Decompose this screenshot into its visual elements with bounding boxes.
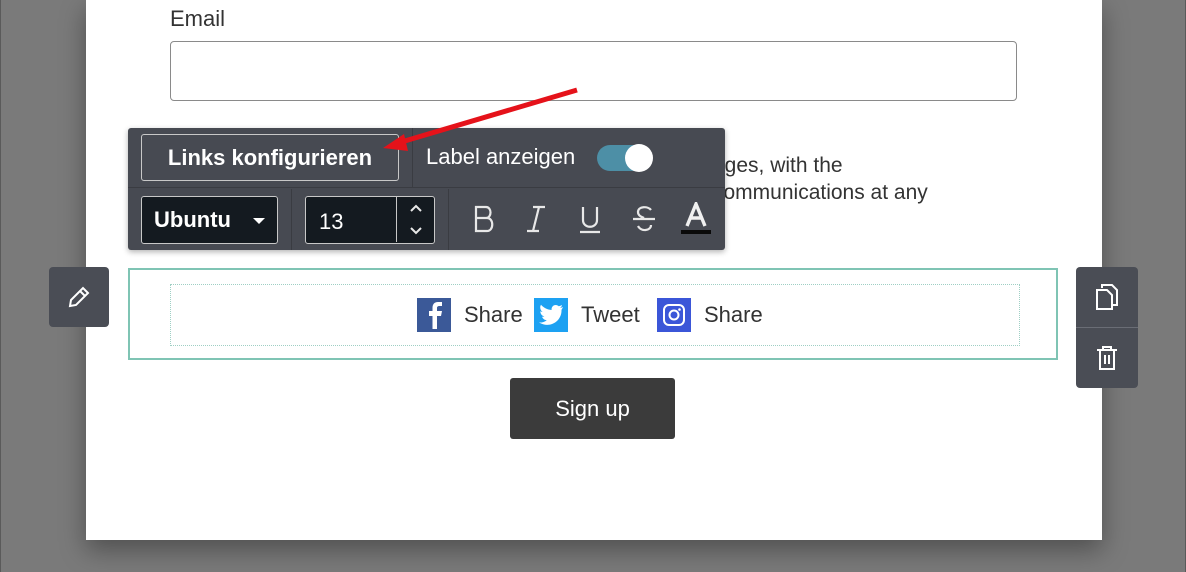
- toolbar-divider: [291, 189, 292, 250]
- font-size-stepper-arrows: [396, 197, 434, 242]
- bold-icon: [474, 205, 494, 233]
- toolbar-divider: [448, 189, 449, 250]
- decrement-button[interactable]: [397, 219, 434, 241]
- font-size-stepper[interactable]: 13: [305, 196, 435, 244]
- increment-button[interactable]: [397, 197, 434, 219]
- font-size-value: 13: [319, 209, 344, 234]
- underline-button[interactable]: [570, 199, 610, 239]
- text-color-button[interactable]: [676, 199, 716, 239]
- duplicate-block-button[interactable]: [1076, 267, 1138, 327]
- configure-links-button[interactable]: Links konfigurieren: [141, 134, 399, 181]
- toolbar-divider: [412, 128, 413, 188]
- chevron-down-icon: [253, 218, 265, 224]
- bold-button[interactable]: [464, 199, 504, 239]
- show-label-toggle[interactable]: [597, 144, 653, 172]
- text-color-icon: [681, 202, 711, 234]
- toolbar-row-bottom: Ubuntu 13: [128, 189, 725, 250]
- email-label: Email: [170, 6, 226, 31]
- twitter-icon: [534, 298, 568, 332]
- chevron-down-icon: [409, 226, 422, 234]
- chevron-up-icon: [409, 204, 422, 212]
- trash-icon: [1097, 346, 1117, 370]
- italic-button[interactable]: [516, 199, 556, 239]
- edit-block-button[interactable]: [49, 267, 109, 327]
- consent-text: ages, with the communications at any: [713, 152, 1013, 206]
- email-field[interactable]: [170, 41, 1017, 101]
- share-item-instagram[interactable]: Share: [657, 298, 763, 332]
- show-label-text: Label anzeigen: [426, 144, 576, 169]
- font-family-select[interactable]: Ubuntu: [141, 196, 278, 244]
- share-label: Share: [464, 302, 523, 327]
- consent-line-2: communications at any: [713, 181, 928, 204]
- font-family-value: Ubuntu: [154, 207, 231, 232]
- pencil-icon: [68, 286, 90, 308]
- toggle-knob: [625, 144, 653, 172]
- consent-line-1: ages, with the: [713, 154, 843, 177]
- share-item-twitter[interactable]: Tweet: [534, 298, 640, 332]
- strikethrough-button[interactable]: [624, 199, 664, 239]
- share-label: Share: [704, 302, 763, 327]
- copy-icon: [1096, 284, 1118, 310]
- sign-up-button[interactable]: Sign up: [510, 378, 675, 439]
- share-label: Tweet: [581, 302, 640, 327]
- delete-block-button[interactable]: [1076, 328, 1138, 388]
- facebook-icon: [417, 298, 451, 332]
- italic-icon: [527, 205, 545, 233]
- toolbar-row-top: Links konfigurieren Label anzeigen: [128, 128, 725, 188]
- instagram-icon: [657, 298, 691, 332]
- underline-icon: [580, 207, 600, 234]
- block-actions: [1076, 267, 1138, 388]
- block-toolbar: Links konfigurieren Label anzeigen Ubunt…: [128, 128, 725, 250]
- social-share-block[interactable]: Share Tweet Share: [128, 268, 1058, 360]
- strikethrough-icon: [633, 206, 655, 232]
- share-item-facebook[interactable]: Share: [417, 298, 523, 332]
